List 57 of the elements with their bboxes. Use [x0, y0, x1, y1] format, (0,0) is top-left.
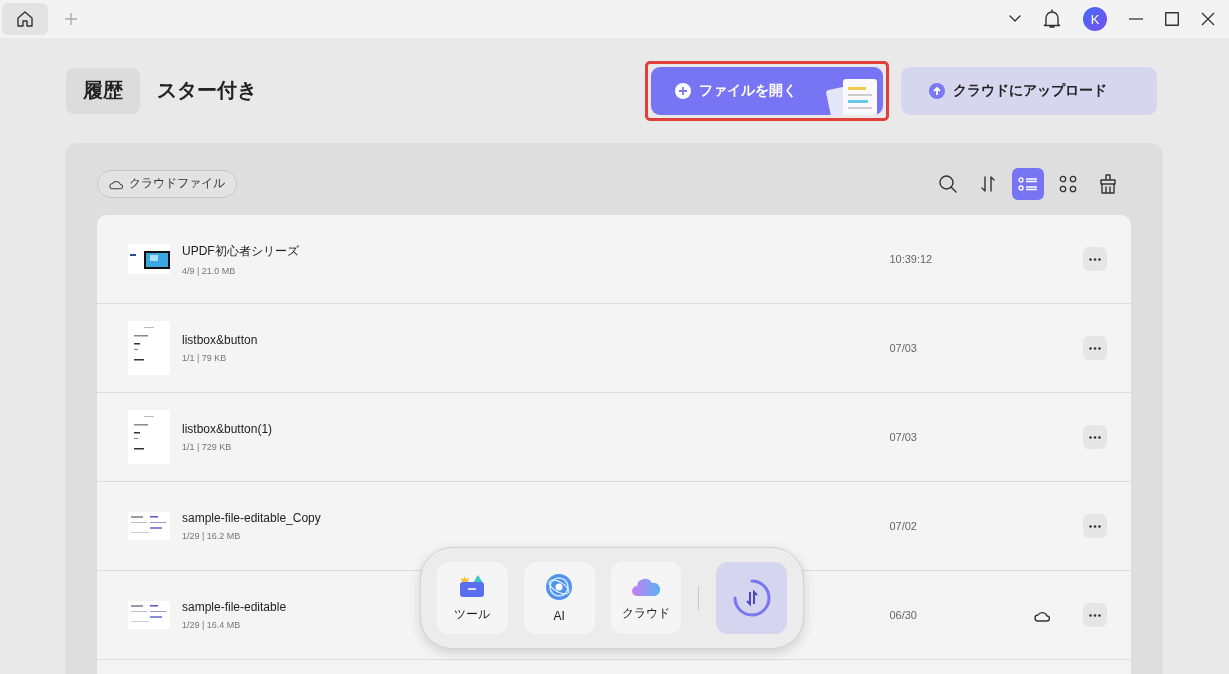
ellipsis-icon [1089, 613, 1102, 617]
file-info: 1/29 | 16.2 MB [182, 531, 241, 541]
tools-button[interactable]: ツール [437, 562, 508, 634]
file-name: sample-file-editable [182, 600, 287, 614]
more-button[interactable] [1083, 425, 1107, 449]
more-button[interactable] [1083, 336, 1107, 360]
sync-button[interactable] [716, 562, 787, 634]
upload-button[interactable]: クラウドにアップロード [901, 66, 1157, 115]
chevron-down-icon[interactable] [1009, 15, 1021, 23]
maximize-icon[interactable] [1165, 12, 1179, 26]
more-button[interactable] [1083, 247, 1107, 271]
plus-icon [64, 12, 78, 26]
upload-circle-icon [929, 82, 945, 99]
file-info: 1/29 | 16.4 MB [182, 620, 241, 630]
file-name: UPDF初心者シリーズ [182, 242, 299, 260]
home-tab[interactable] [2, 3, 48, 35]
file-info: 4/9 | 21.0 MB [182, 265, 236, 276]
file-thumbnail [128, 410, 170, 464]
more-button[interactable] [1083, 603, 1107, 627]
ellipsis-icon [1089, 435, 1102, 439]
modified-time: 07/03 [889, 342, 918, 354]
cloud-files-filter[interactable]: クラウドファイル [97, 169, 237, 198]
cloud-button[interactable]: クラウド [610, 562, 682, 634]
modified-time: 07/03 [889, 431, 918, 443]
list-icon [1018, 175, 1038, 192]
plus-circle-icon [675, 82, 691, 99]
broom-icon [1097, 172, 1119, 195]
file-name: listbox&button [182, 333, 258, 347]
tab[interactable]: スター付き [140, 67, 274, 114]
open-file-button[interactable]: ファイルを開く [651, 66, 883, 115]
file-thumbnail [128, 244, 170, 274]
file-name: sample-file-editable_Copy [182, 511, 321, 525]
tab[interactable]: 履歴 [66, 67, 140, 114]
search-icon [938, 173, 958, 194]
list-view-button[interactable] [1012, 167, 1044, 200]
modified-time: 07/02 [889, 520, 918, 532]
file-info: 1/1 | 79 KB [182, 353, 227, 363]
home-icon [16, 10, 34, 28]
ellipsis-icon [1089, 346, 1102, 350]
close-icon[interactable] [1201, 12, 1215, 26]
modified-time: 06/30 [889, 609, 918, 621]
grid-icon [1059, 174, 1077, 193]
ai-button[interactable]: AI [523, 562, 595, 634]
ellipsis-icon [1089, 524, 1102, 528]
bell-icon[interactable] [1043, 9, 1061, 29]
sort-icon [980, 174, 996, 193]
file-name: listbox&button(1) [182, 422, 273, 436]
file-thumbnail [128, 512, 170, 540]
more-button[interactable] [1083, 514, 1107, 538]
file-thumbnail [128, 601, 170, 629]
ai-orb-icon [545, 573, 574, 601]
ellipsis-icon [1089, 257, 1102, 261]
modified-time: 10:39:12 [889, 253, 934, 265]
user-avatar[interactable]: K [1083, 7, 1107, 31]
file-thumbnail [128, 321, 170, 375]
toolbox-icon [459, 573, 486, 598]
file-info: 1/1 | 729 KB [182, 442, 232, 452]
